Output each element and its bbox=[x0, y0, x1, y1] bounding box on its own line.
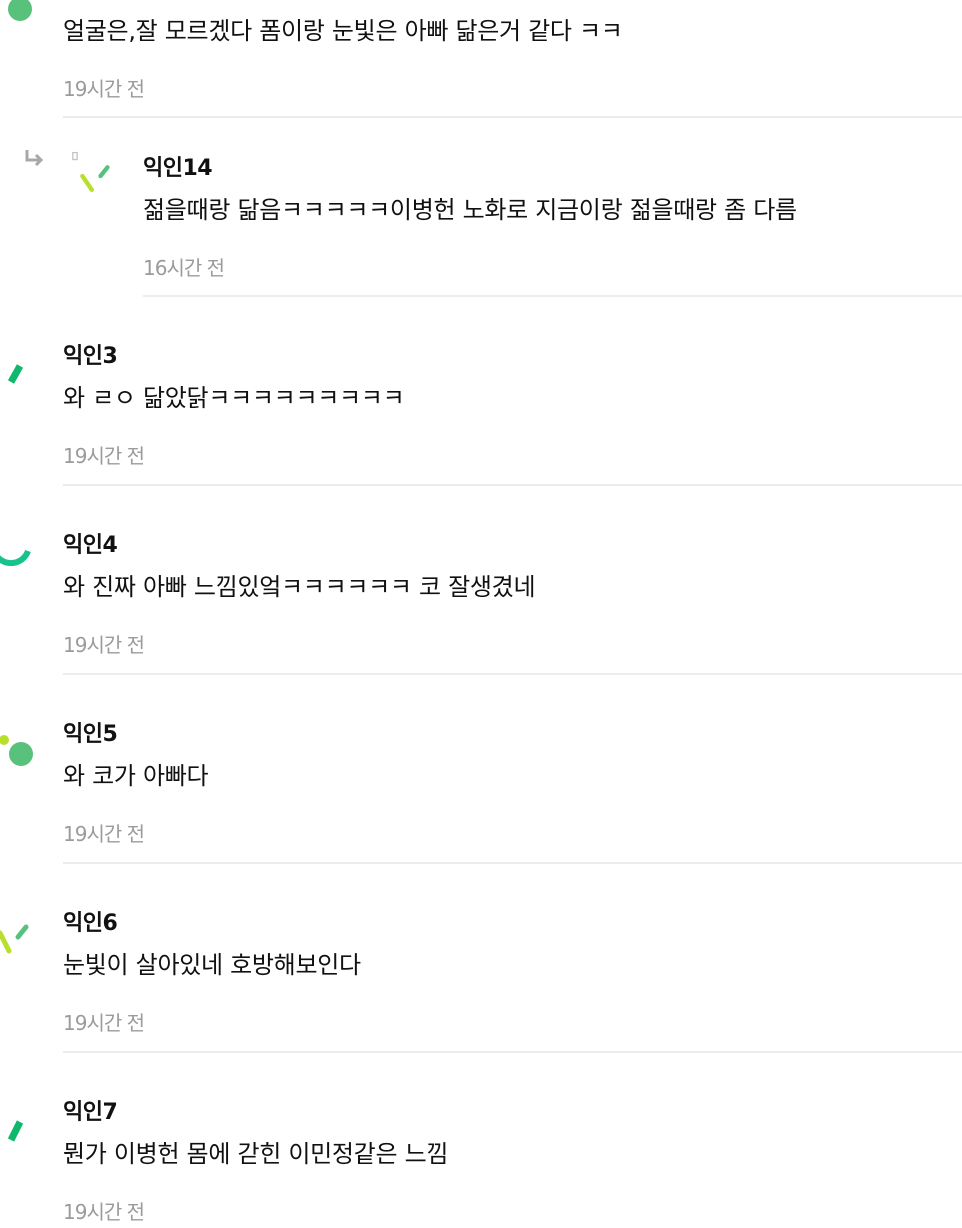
comment-author[interactable]: 익인7 bbox=[63, 1094, 118, 1126]
avatar-yellow-green-strokes-icon[interactable] bbox=[66, 150, 116, 202]
comment-text: 와 진짜 아빠 느낌있엌ㅋㅋㅋㅋㅋㅋ 코 잘생겼네 bbox=[63, 573, 536, 601]
comment-text: 와 코가 아빠다 bbox=[63, 762, 209, 790]
comment-item: 얼굴은,잘 모르겠다 폼이랑 눈빛은 아빠 닮은거 같다 ㅋㅋ 19시간 전 bbox=[0, 0, 962, 118]
avatar-green-dots-icon[interactable] bbox=[0, 724, 50, 784]
comment-text: 젊을때랑 닮음ㅋㅋㅋㅋㅋ이병헌 노화로 지금이랑 젊을때랑 좀 다름 bbox=[143, 196, 797, 224]
comment-timestamp: 19시간 전 bbox=[63, 633, 145, 657]
comment-item: 익인5 와 코가 아빠다 19시간 전 bbox=[0, 676, 962, 865]
comment-divider bbox=[63, 1051, 962, 1053]
comment-text: 뭔가 이병헌 몸에 갇힌 이민정같은 느낌 bbox=[63, 1140, 449, 1168]
comment-text: 얼굴은,잘 모르겠다 폼이랑 눈빛은 아빠 닮은거 같다 ㅋㅋ bbox=[63, 17, 623, 45]
comment-item: 익인7 뭔가 이병헌 몸에 갇힌 이민정같은 느낌 19시간 전 bbox=[0, 1054, 962, 1228]
comment-timestamp: 19시간 전 bbox=[63, 822, 145, 846]
comment-author[interactable]: 익인5 bbox=[63, 716, 118, 748]
reply-comment-item: 익인14 젊을때랑 닮음ㅋㅋㅋㅋㅋ이병헌 노화로 지금이랑 젊을때랑 좀 다름 … bbox=[0, 118, 962, 298]
comment-item: 익인6 눈빛이 살아있네 호방해보인다 19시간 전 bbox=[0, 865, 962, 1054]
comment-timestamp: 19시간 전 bbox=[63, 444, 145, 468]
comment-author[interactable]: 익인14 bbox=[143, 150, 213, 182]
avatar-green-stroke-icon[interactable] bbox=[0, 352, 50, 412]
comment-timestamp: 19시간 전 bbox=[63, 1200, 145, 1224]
comment-timestamp: 19시간 전 bbox=[63, 77, 145, 101]
comment-timestamp: 19시간 전 bbox=[63, 1011, 145, 1035]
comment-item: 익인4 와 진짜 아빠 느낌있엌ㅋㅋㅋㅋㅋㅋ 코 잘생겼네 19시간 전 bbox=[0, 487, 962, 676]
comment-timestamp: 16시간 전 bbox=[143, 256, 225, 280]
comment-author[interactable]: 익인4 bbox=[63, 527, 118, 559]
comment-author[interactable]: 익인3 bbox=[63, 338, 118, 370]
comment-divider bbox=[63, 673, 962, 675]
comment-text: 와 ㄹㅇ 닮았닭ㅋㅋㅋㅋㅋㅋㅋㅋㅋ bbox=[63, 384, 405, 412]
reply-arrow-icon bbox=[25, 150, 44, 166]
avatar-green-dot-icon[interactable] bbox=[0, 0, 50, 44]
comment-author[interactable]: 익인6 bbox=[63, 905, 118, 937]
avatar-yellow-green-strokes-icon[interactable] bbox=[0, 917, 50, 977]
comment-text: 눈빛이 살아있네 호방해보인다 bbox=[63, 951, 361, 979]
comment-divider bbox=[63, 484, 962, 486]
comment-divider bbox=[143, 295, 962, 297]
avatar-teal-arc-icon[interactable] bbox=[0, 527, 50, 587]
comment-divider bbox=[63, 862, 962, 864]
comment-item: 익인3 와 ㄹㅇ 닮았닭ㅋㅋㅋㅋㅋㅋㅋㅋㅋ 19시간 전 bbox=[0, 298, 962, 487]
avatar-green-stroke-icon[interactable] bbox=[0, 1110, 50, 1170]
